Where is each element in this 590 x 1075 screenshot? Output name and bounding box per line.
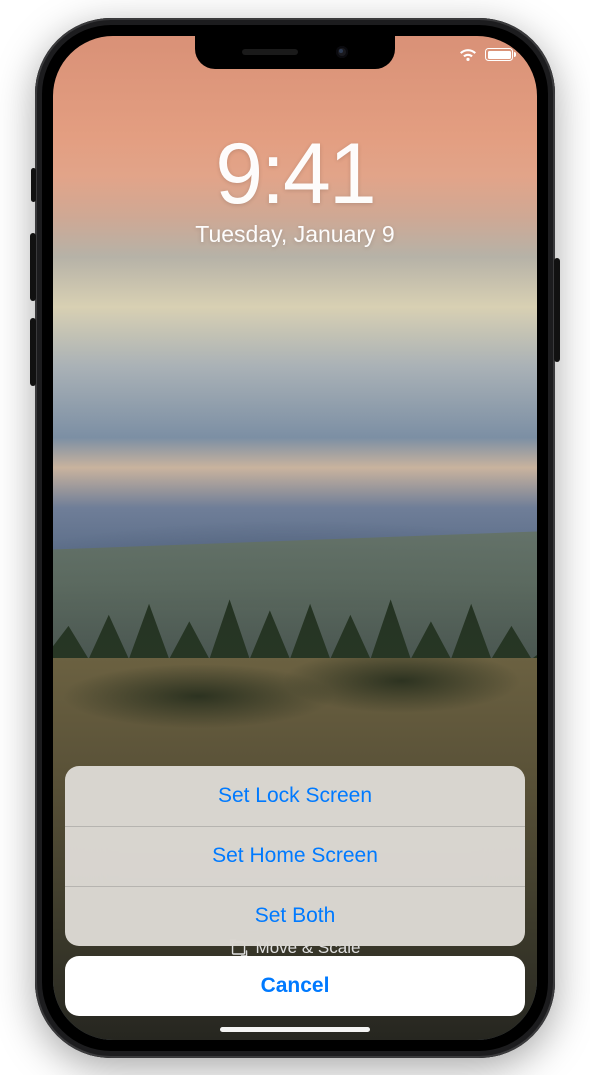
action-option-label: Set Both	[255, 904, 336, 928]
action-option-label: Set Lock Screen	[218, 784, 372, 808]
volume-up-button[interactable]	[30, 233, 36, 301]
lock-screen-clock: 9:41 Tuesday, January 9	[53, 131, 537, 248]
set-both-button[interactable]: Set Both	[65, 886, 525, 946]
iphone-device-frame: 9:41 Tuesday, January 9 Move & Scale Set…	[35, 18, 555, 1058]
cancel-label: Cancel	[261, 974, 330, 998]
clock-date: Tuesday, January 9	[53, 221, 537, 248]
set-home-screen-button[interactable]: Set Home Screen	[65, 826, 525, 886]
front-camera	[336, 46, 348, 58]
volume-down-button[interactable]	[30, 318, 36, 386]
notch	[195, 36, 395, 69]
action-sheet-cancel-group: Cancel	[65, 956, 525, 1016]
action-sheet: Set Lock Screen Set Home Screen Set Both…	[65, 766, 525, 1016]
screen: 9:41 Tuesday, January 9 Move & Scale Set…	[53, 36, 537, 1040]
battery-icon	[485, 48, 513, 61]
home-indicator[interactable]	[220, 1027, 370, 1032]
wifi-icon	[458, 48, 478, 62]
earpiece-speaker	[242, 49, 298, 55]
side-power-button[interactable]	[554, 258, 560, 362]
set-lock-screen-button[interactable]: Set Lock Screen	[65, 766, 525, 826]
status-bar	[458, 48, 513, 62]
cancel-button[interactable]: Cancel	[65, 956, 525, 1016]
action-option-label: Set Home Screen	[212, 844, 378, 868]
action-sheet-options: Set Lock Screen Set Home Screen Set Both	[65, 766, 525, 946]
ring-silent-switch[interactable]	[31, 168, 36, 202]
clock-time: 9:41	[53, 131, 537, 217]
